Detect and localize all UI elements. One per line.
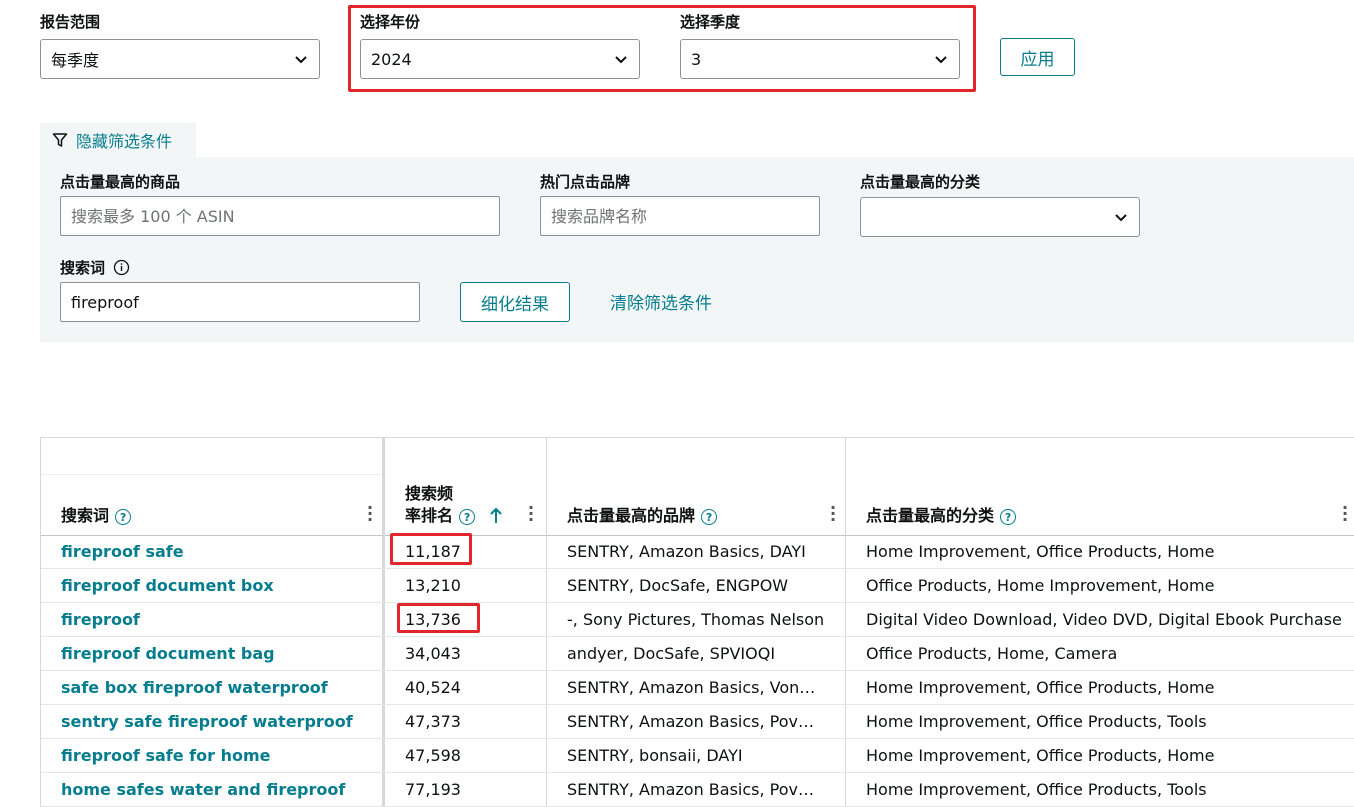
- chevron-down-icon: [935, 56, 947, 64]
- table-row: fireproof document box 13,210 SENTRY, Do…: [41, 569, 1354, 603]
- apply-button[interactable]: 应用: [1000, 38, 1075, 76]
- table-row: fireproof document bag 34,043 andyer, Do…: [41, 637, 1354, 671]
- top-brands: SENTRY, Amazon Basics, Von…: [567, 678, 816, 697]
- header-search-term[interactable]: 搜索词? · · ·: [41, 438, 383, 535]
- top-categories: Office Products, Home Improvement, Home: [866, 576, 1215, 595]
- header-search-rank[interactable]: 搜索频 率排名 ? · · ·: [386, 438, 546, 535]
- chevron-down-icon: [295, 56, 307, 64]
- search-rank: 47,598: [405, 746, 461, 765]
- header-rank-line2: 率排名: [405, 506, 454, 525]
- help-icon[interactable]: ?: [459, 509, 476, 525]
- search-rank: 40,524: [405, 678, 461, 697]
- header-top-category-label: 点击量最高的分类: [866, 506, 995, 525]
- table-row: fireproof safe for home 47,598 SENTRY, b…: [41, 739, 1354, 773]
- table-row: fireproof 13,736 -, Sony Pictures, Thoma…: [41, 603, 1354, 637]
- top-categories: Home Improvement, Office Products, Home: [866, 746, 1215, 765]
- table-row: home safes water and fireproof 77,193 SE…: [41, 773, 1354, 807]
- search-rank: 13,210: [405, 576, 461, 595]
- top-categories: Home Improvement, Office Products, Tools: [866, 780, 1207, 799]
- search-term-link[interactable]: fireproof: [61, 603, 381, 636]
- table-row: sentry safe fireproof waterproof 47,373 …: [41, 705, 1354, 739]
- search-term-link[interactable]: fireproof document box: [61, 569, 381, 602]
- top-product-label: 点击量最高的商品: [60, 173, 181, 191]
- search-term-link[interactable]: home safes water and fireproof: [61, 773, 381, 806]
- top-brand-label: 热门点击品牌: [540, 173, 631, 191]
- report-range-label: 报告范围: [40, 13, 101, 31]
- asin-search-input[interactable]: [60, 196, 500, 236]
- search-rank: 47,373: [405, 712, 461, 731]
- search-term-link[interactable]: fireproof safe: [61, 535, 381, 568]
- column-menu-icon[interactable]: · · ·: [528, 500, 534, 528]
- clear-filters-link[interactable]: 清除筛选条件: [610, 289, 712, 314]
- search-term-label-row: 搜索词: [60, 257, 130, 278]
- search-rank: 13,736: [405, 610, 461, 629]
- info-icon[interactable]: [113, 259, 130, 276]
- header-top-brand-label: 点击量最高的品牌: [567, 506, 696, 525]
- top-categories: Home Improvement, Office Products, Home: [866, 542, 1215, 561]
- sort-ascending-icon[interactable]: [489, 507, 503, 525]
- search-term-input[interactable]: [60, 282, 420, 322]
- column-menu-icon[interactable]: · · ·: [830, 500, 836, 528]
- search-rank: 11,187: [405, 542, 461, 561]
- table-row: safe box fireproof waterproof 40,524 SEN…: [41, 671, 1354, 705]
- chevron-down-icon: [615, 56, 627, 64]
- brand-search-input[interactable]: [540, 196, 820, 236]
- help-icon[interactable]: ?: [115, 509, 132, 525]
- top-brands: SENTRY, Amazon Basics, Pov…: [567, 780, 814, 799]
- year-label: 选择年份: [360, 13, 421, 31]
- top-brands: -, Sony Pictures, Thomas Nelson: [567, 610, 825, 629]
- header-top-category[interactable]: 点击量最高的分类? · · ·: [846, 438, 1354, 535]
- top-categories: Digital Video Download, Video DVD, Digit…: [866, 610, 1342, 629]
- top-categories: Office Products, Home, Camera: [866, 644, 1118, 663]
- top-category-label: 点击量最高的分类: [860, 173, 981, 191]
- year-select[interactable]: 2024: [360, 39, 640, 79]
- refine-results-button[interactable]: 细化结果: [460, 282, 570, 322]
- search-term-link[interactable]: fireproof document bag: [61, 637, 381, 670]
- search-rank: 34,043: [405, 644, 461, 663]
- top-brands: SENTRY, Amazon Basics, Pov…: [567, 712, 814, 731]
- year-value: 2024: [371, 49, 412, 69]
- chevron-down-icon: [1115, 214, 1127, 222]
- header-top-brand[interactable]: 点击量最高的品牌? · · ·: [547, 438, 845, 535]
- top-brands: SENTRY, Amazon Basics, DAYI: [567, 542, 806, 561]
- quarter-label: 选择季度: [680, 13, 741, 31]
- top-categories: Home Improvement, Office Products, Home: [866, 678, 1215, 697]
- column-menu-icon[interactable]: · · ·: [367, 500, 373, 528]
- top-brands: SENTRY, bonsaii, DAYI: [567, 746, 743, 765]
- search-term-link[interactable]: fireproof safe for home: [61, 739, 381, 772]
- help-icon[interactable]: ?: [1000, 509, 1017, 525]
- top-brands: SENTRY, DocSafe, ENGPOW: [567, 576, 789, 595]
- report-range-select[interactable]: 每季度: [40, 39, 320, 79]
- filter-icon: [52, 133, 68, 147]
- help-icon[interactable]: ?: [701, 509, 718, 525]
- header-rank-line1: 搜索频: [405, 484, 454, 503]
- table-header: 搜索词? · · · 搜索频 率排名 ? · · · 点击量最高的品牌? · · · 点击量…: [41, 438, 1354, 536]
- top-brands: andyer, DocSafe, SPVIOQI: [567, 644, 776, 663]
- header-search-term-label: 搜索词: [61, 506, 110, 525]
- top-categories: Home Improvement, Office Products, Tools: [866, 712, 1207, 731]
- quarter-select[interactable]: 3: [680, 39, 960, 79]
- search-rank: 77,193: [405, 780, 461, 799]
- hide-filters-toggle[interactable]: 隐藏筛选条件: [40, 123, 196, 157]
- hide-filters-label: 隐藏筛选条件: [76, 132, 173, 151]
- search-term-label: 搜索词: [60, 259, 106, 277]
- quarter-value: 3: [691, 49, 702, 69]
- table-row: fireproof safe 11,187 SENTRY, Amazon Bas…: [41, 535, 1354, 569]
- search-term-link[interactable]: safe box fireproof waterproof: [61, 671, 381, 704]
- column-menu-icon[interactable]: · · ·: [1342, 500, 1348, 528]
- search-term-link[interactable]: sentry safe fireproof waterproof: [61, 705, 381, 738]
- category-select[interactable]: [860, 197, 1140, 237]
- report-range-value: 每季度: [51, 51, 100, 70]
- results-table: 搜索词? · · · 搜索频 率排名 ? · · · 点击量最高的品牌? · · · 点击量…: [40, 437, 1354, 807]
